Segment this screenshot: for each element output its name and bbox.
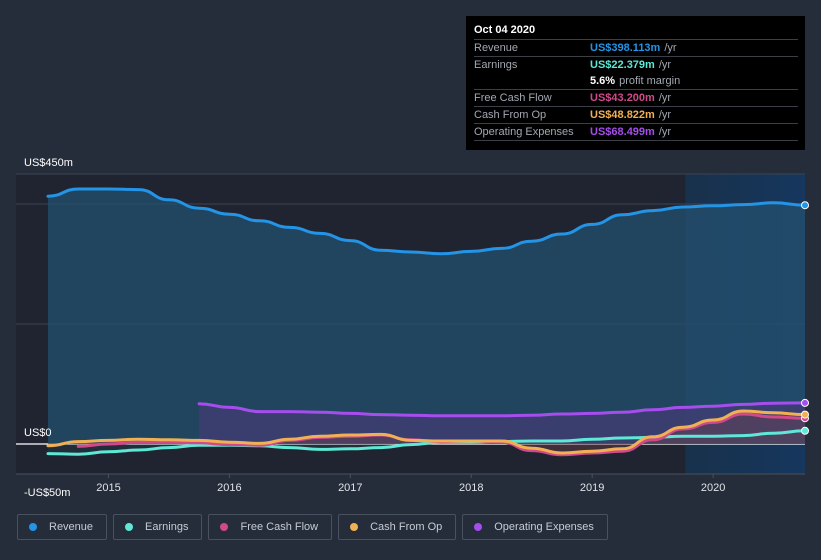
tooltip-row: Operating Expenses US$68.499m/yr <box>474 124 798 141</box>
legend-label: Revenue <box>49 521 94 533</box>
tooltip-label: Free Cash Flow <box>474 92 552 104</box>
y-tick-label: US$450m <box>24 157 73 169</box>
tooltip-value: 5.6% <box>590 75 616 87</box>
legend-item-revenue[interactable]: Revenue <box>17 514 108 540</box>
tooltip-label <box>474 73 590 89</box>
operating-expenses-end-dot <box>801 398 809 407</box>
tooltip-unit: /yr <box>658 109 672 121</box>
legend-label: Operating Expenses <box>494 521 594 533</box>
tooltip-value: US$398.113m <box>590 42 661 54</box>
x-tick-label: 2016 <box>217 482 241 494</box>
x-tick-label: 2017 <box>338 482 362 494</box>
legend-item-free-cash-flow[interactable]: Free Cash Flow <box>208 514 333 540</box>
tooltip-unit: profit margin <box>619 75 681 87</box>
cash-from-op-end-dot <box>801 410 809 419</box>
legend-dot-icon <box>350 523 359 531</box>
tooltip-label: Operating Expenses <box>474 126 574 138</box>
legend-item-cash-from-op[interactable]: Cash From Op <box>338 514 457 540</box>
tooltip-label: Earnings <box>474 59 518 71</box>
earnings-end-dot <box>801 426 809 435</box>
legend-dot-icon <box>125 523 134 531</box>
tooltip-unit: /yr <box>658 92 672 104</box>
legend-dot-icon <box>220 523 229 531</box>
tooltip-row: Cash From Op US$48.822m/yr <box>474 107 798 124</box>
legend-item-earnings[interactable]: Earnings <box>113 514 203 540</box>
legend-label: Earnings <box>145 521 189 533</box>
tooltip-value: US$48.822m <box>590 109 655 121</box>
tooltip-value: US$68.499m <box>590 126 655 138</box>
legend-label: Free Cash Flow <box>240 521 319 533</box>
x-tick-label: 2018 <box>459 482 483 494</box>
tooltip-date: Oct 04 2020 <box>474 22 798 40</box>
tooltip-value: US$43.200m <box>590 92 655 104</box>
tooltip-label: Cash From Op <box>474 109 547 121</box>
tooltip-value: US$22.379m <box>590 59 655 71</box>
legend-dot-icon <box>29 523 37 531</box>
legend-item-operating-expenses[interactable]: Operating Expenses <box>462 514 608 540</box>
y-tick-label: -US$50m <box>24 487 70 499</box>
tooltip-unit: /yr <box>664 42 677 54</box>
tooltip: Oct 04 2020 Revenue US$398.113m/yr Earning… <box>466 16 805 150</box>
x-axis: 2015 2016 2017 2018 2019 2020 <box>96 474 725 494</box>
tooltip-row: Earnings US$22.379m/yr <box>474 57 798 73</box>
x-tick-label: 2015 <box>96 482 120 494</box>
y-tick-label: US$0 <box>24 427 52 439</box>
legend-label: Cash From Op <box>370 521 443 533</box>
tooltip-row: 5.6% profit margin <box>474 73 798 90</box>
tooltip-label: Revenue <box>474 42 519 54</box>
tooltip-unit: /yr <box>658 59 672 71</box>
legend: Revenue Earnings Free Cash Flow Cash From O… <box>17 514 608 540</box>
tooltip-row: Free Cash Flow US$43.200m/yr <box>474 90 798 107</box>
legend-dot-icon <box>474 523 483 531</box>
revenue-end-dot <box>801 201 809 210</box>
x-tick-label: 2019 <box>580 482 604 494</box>
tooltip-row: Revenue US$398.113m/yr <box>474 40 798 57</box>
x-tick-label: 2020 <box>701 482 725 494</box>
tooltip-unit: /yr <box>658 126 672 138</box>
